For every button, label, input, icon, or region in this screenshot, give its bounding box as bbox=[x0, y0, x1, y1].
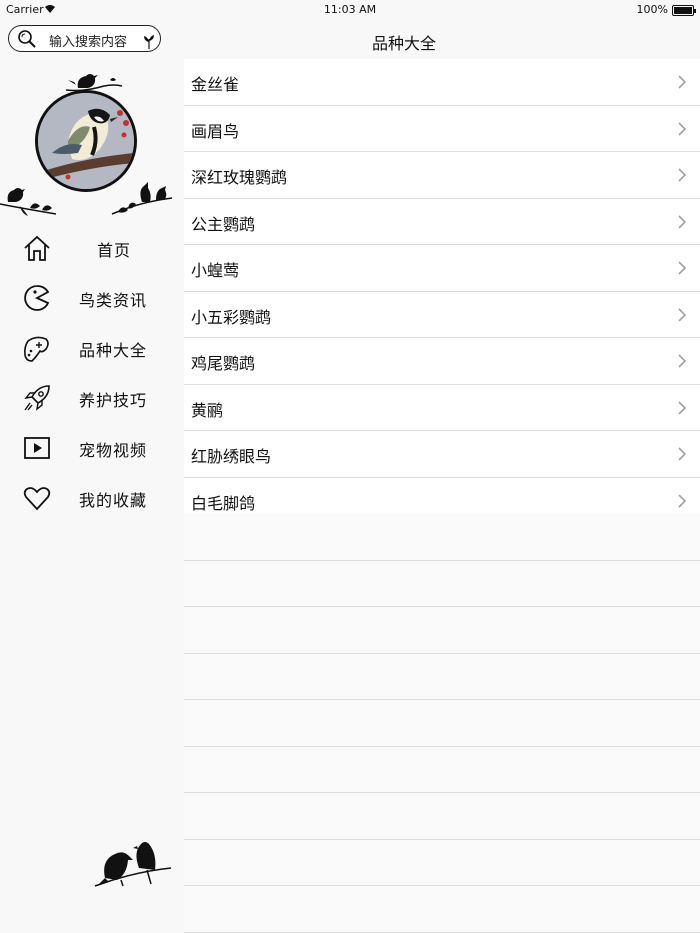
menu-label: 养护技巧 bbox=[79, 391, 148, 410]
chevron-right-icon bbox=[678, 447, 686, 461]
list-item-label: 小蝗莺 bbox=[191, 261, 240, 280]
list-item-label: 白毛脚鸽 bbox=[191, 493, 256, 513]
empty-row bbox=[184, 700, 700, 747]
status-bar: Carrier 11:03 AM 100% bbox=[0, 0, 700, 20]
list-item[interactable]: 小五彩鹦鹉 bbox=[184, 291, 700, 338]
menu-label: 首页 bbox=[97, 241, 132, 260]
home-icon bbox=[24, 235, 50, 261]
list-item-label: 红胁绣眼鸟 bbox=[191, 447, 272, 466]
empty-row bbox=[184, 514, 700, 561]
chevron-right-icon bbox=[678, 261, 686, 275]
menu-item-favorites[interactable]: 我的收藏 bbox=[0, 472, 184, 522]
empty-row bbox=[184, 746, 700, 793]
menu-item-news[interactable]: 鸟类资讯 bbox=[0, 272, 184, 322]
empty-row bbox=[184, 793, 700, 840]
chevron-right-icon bbox=[678, 400, 686, 415]
list-item-label: 公主鹦鹉 bbox=[191, 214, 256, 234]
battery-percent: 100% bbox=[636, 3, 668, 16]
profile-area bbox=[0, 70, 184, 220]
gamepad-icon bbox=[24, 336, 49, 362]
pacman-icon bbox=[24, 285, 50, 311]
avatar[interactable] bbox=[35, 90, 137, 192]
chevron-right-icon bbox=[678, 307, 686, 322]
list-item[interactable]: 黄鹂 bbox=[184, 384, 700, 431]
list-item-label: 深红玫瑰鹦鹉 bbox=[191, 168, 288, 187]
list-item[interactable]: 深红玫瑰鹦鹉 bbox=[184, 152, 700, 199]
menu-item-care[interactable]: 养护技巧 bbox=[0, 372, 184, 422]
chevron-right-icon bbox=[678, 168, 686, 182]
list-item[interactable]: 鸡尾鹦鹉 bbox=[184, 338, 700, 385]
branch-bird-right-icon bbox=[111, 182, 173, 215]
list-item-label: 黄鹂 bbox=[191, 400, 224, 420]
list-item-label: 画眉鸟 bbox=[191, 121, 240, 141]
list-item-label: 小五彩鹦鹉 bbox=[191, 307, 272, 327]
chevron-right-icon bbox=[678, 121, 686, 136]
page-title: 品种大全 bbox=[371, 34, 436, 53]
menu-label: 宠物视频 bbox=[79, 441, 148, 460]
love-birds-icon bbox=[94, 842, 172, 887]
list-item[interactable]: 红胁绣眼鸟 bbox=[184, 431, 700, 478]
empty-row bbox=[184, 607, 700, 654]
empty-row bbox=[184, 560, 700, 607]
empty-rows bbox=[184, 514, 700, 933]
list-item-label: 金丝雀 bbox=[191, 75, 240, 94]
chevron-right-icon bbox=[678, 214, 686, 229]
menu-label: 我的收藏 bbox=[79, 491, 148, 510]
battery-icon bbox=[672, 5, 696, 16]
branch-bird-left-icon bbox=[0, 188, 57, 216]
menu-item-species[interactable]: 品种大全 bbox=[0, 322, 184, 372]
menu-item-home[interactable]: 首页 bbox=[0, 222, 184, 272]
side-menu: 首页 鸟类资讯 品种大全 养护技巧 宠物视频 我的收藏 bbox=[0, 222, 184, 522]
menu-label: 品种大全 bbox=[79, 341, 148, 360]
empty-row bbox=[184, 653, 700, 700]
list-item[interactable]: 公主鹦鹉 bbox=[184, 198, 700, 245]
list-item[interactable]: 画眉鸟 bbox=[184, 105, 700, 152]
menu-label: 鸟类资讯 bbox=[79, 291, 148, 310]
list-item-label: 鸡尾鹦鹉 bbox=[191, 354, 256, 373]
heart-icon bbox=[23, 487, 51, 511]
species-list: 金丝雀画眉鸟深红玫瑰鹦鹉 公主鹦鹉小蝗莺小五彩鹦鹉鸡尾鹦鹉黄鹂红胁绣眼鸟白毛脚鸽 bbox=[184, 59, 700, 524]
empty-row bbox=[184, 839, 700, 886]
video-play-icon bbox=[24, 437, 50, 459]
list-item[interactable]: 金丝雀 bbox=[184, 59, 700, 106]
menu-item-videos[interactable]: 宠物视频 bbox=[0, 422, 184, 472]
chevron-right-icon bbox=[678, 493, 686, 508]
chevron-right-icon bbox=[678, 354, 686, 368]
empty-row bbox=[184, 886, 700, 933]
rocket-icon bbox=[24, 385, 50, 411]
status-time: 11:03 AM bbox=[323, 3, 377, 16]
list-item[interactable]: 小蝗莺 bbox=[184, 245, 700, 292]
chevron-right-icon bbox=[678, 75, 686, 89]
bird-photo bbox=[38, 93, 134, 189]
